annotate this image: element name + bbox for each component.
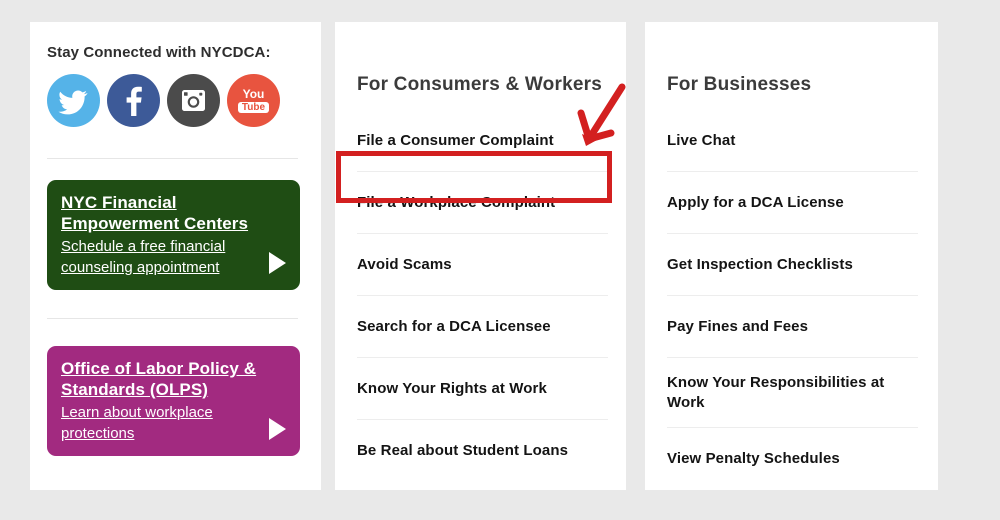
promo-subtitle: Learn about workplace protections: [61, 404, 213, 442]
instagram-icon[interactable]: [167, 74, 220, 127]
link-apply-for-a-dca-license[interactable]: Apply for a DCA License: [667, 172, 918, 233]
divider: [47, 318, 298, 319]
list-item[interactable]: Know Your Rights at Work: [357, 358, 608, 420]
promo-subtitle: Schedule a free financial counseling app…: [61, 238, 226, 276]
list-item[interactable]: File a Consumer Complaint: [357, 110, 608, 172]
promo-title-line-2: Standards (OLPS): [61, 380, 209, 399]
link-avoid-scams[interactable]: Avoid Scams: [357, 234, 608, 295]
social-connect-card: Stay Connected with NYCDCA: You Tube NYC…: [30, 22, 321, 490]
social-icon-row: You Tube: [47, 74, 280, 127]
promo-title-line-2: Empowerment Centers: [61, 214, 249, 233]
facebook-icon[interactable]: [107, 74, 160, 127]
link-pay-fines-and-fees[interactable]: Pay Fines and Fees: [667, 296, 918, 357]
promo-title-line-1: NYC Financial: [61, 193, 177, 212]
play-arrow-icon: [269, 418, 286, 440]
link-know-your-rights-at-work[interactable]: Know Your Rights at Work: [357, 358, 608, 419]
list-item[interactable]: File a Workplace Complaint: [357, 172, 608, 234]
promo-office-of-labor-policy-standards[interactable]: Office of Labor Policy & Standards (OLPS…: [47, 346, 300, 456]
businesses-card: For Businesses Live Chat Apply for a DCA…: [645, 22, 938, 490]
link-live-chat[interactable]: Live Chat: [667, 110, 918, 171]
social-heading: Stay Connected with NYCDCA:: [47, 44, 271, 61]
link-file-a-workplace-complaint[interactable]: File a Workplace Complaint: [357, 172, 608, 233]
play-arrow-icon: [269, 252, 286, 274]
link-view-penalty-schedules[interactable]: View Penalty Schedules: [667, 428, 918, 489]
list-item[interactable]: View Penalty Schedules: [667, 428, 918, 489]
consumers-workers-link-list: File a Consumer Complaint File a Workpla…: [357, 110, 608, 481]
list-item[interactable]: Avoid Scams: [357, 234, 608, 296]
youtube-you-text: You: [242, 86, 265, 101]
quick-links-board: Stay Connected with NYCDCA: You Tube NYC…: [0, 0, 1000, 520]
businesses-link-list: Live Chat Apply for a DCA License Get In…: [667, 110, 918, 489]
link-know-your-responsibilities-at-work[interactable]: Know Your Responsibilities at Work: [667, 358, 918, 427]
list-item[interactable]: Pay Fines and Fees: [667, 296, 918, 358]
twitter-icon[interactable]: [47, 74, 100, 127]
list-item[interactable]: Be Real about Student Loans: [357, 420, 608, 481]
link-get-inspection-checklists[interactable]: Get Inspection Checklists: [667, 234, 918, 295]
promo-title-line-1: Office of Labor Policy &: [61, 359, 257, 378]
list-item[interactable]: Get Inspection Checklists: [667, 234, 918, 296]
link-search-for-a-dca-licensee[interactable]: Search for a DCA Licensee: [357, 296, 608, 357]
promo-title: Office of Labor Policy & Standards (OLPS…: [61, 358, 286, 400]
youtube-glyph: You Tube: [227, 74, 280, 127]
list-item[interactable]: Live Chat: [667, 110, 918, 172]
promo-financial-empowerment-centers[interactable]: NYC Financial Empowerment Centers Schedu…: [47, 180, 300, 290]
link-file-a-consumer-complaint[interactable]: File a Consumer Complaint: [357, 110, 608, 171]
youtube-icon[interactable]: You Tube: [227, 74, 280, 127]
consumers-workers-heading: For Consumers & Workers: [357, 74, 602, 95]
consumers-workers-card: For Consumers & Workers File a Consumer …: [335, 22, 626, 490]
link-be-real-about-student-loans[interactable]: Be Real about Student Loans: [357, 420, 608, 481]
list-item[interactable]: Apply for a DCA License: [667, 172, 918, 234]
list-item[interactable]: Know Your Responsibilities at Work: [667, 358, 918, 428]
businesses-heading: For Businesses: [667, 74, 812, 95]
divider: [47, 158, 298, 159]
promo-title: NYC Financial Empowerment Centers: [61, 192, 286, 234]
youtube-tube-text: Tube: [237, 101, 270, 113]
list-item[interactable]: Search for a DCA Licensee: [357, 296, 608, 358]
